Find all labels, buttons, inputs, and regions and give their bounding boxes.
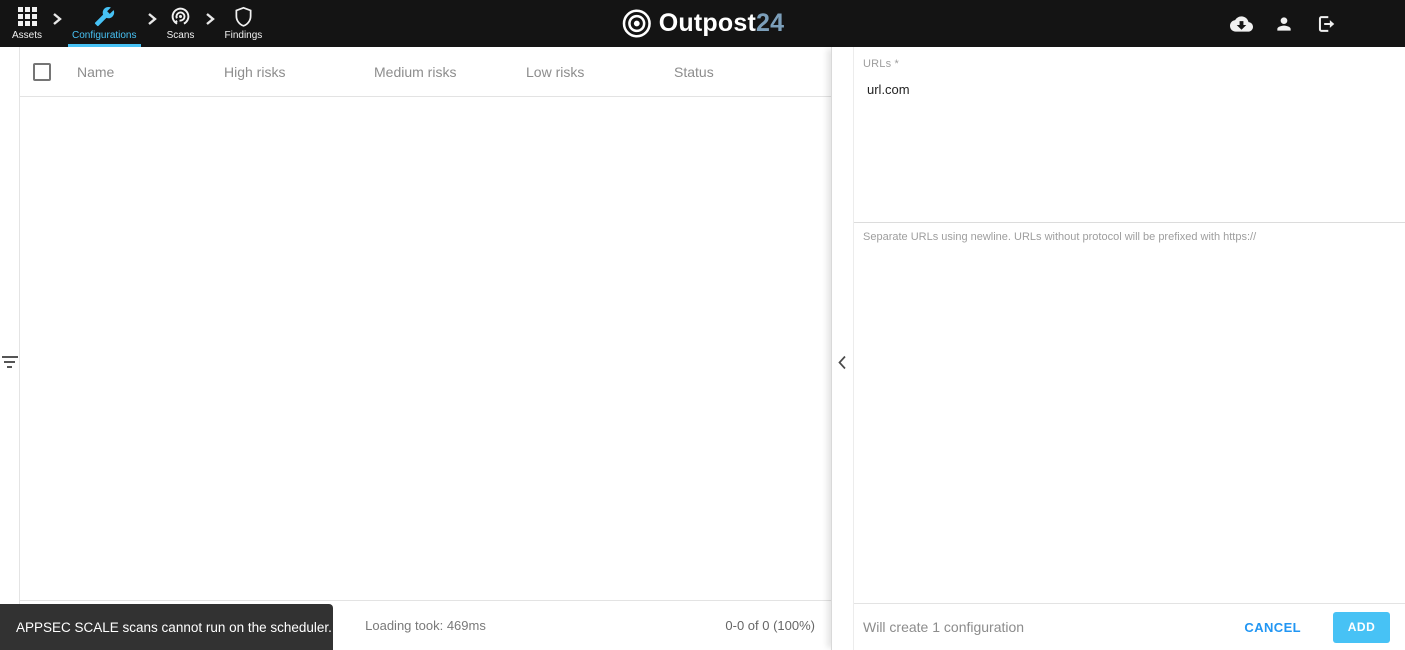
panel-collapse-strip xyxy=(831,47,853,650)
select-all-checkbox[interactable] xyxy=(33,62,51,81)
column-header-high-risks[interactable]: High risks xyxy=(224,64,374,80)
nav-item-configurations[interactable]: Configurations xyxy=(66,0,142,47)
column-header-medium-risks[interactable]: Medium risks xyxy=(374,64,526,80)
logout-icon[interactable] xyxy=(1315,13,1337,35)
urls-helper-text: Separate URLs using newline. URLs withou… xyxy=(863,231,1257,243)
urls-field: URLs * url.com xyxy=(854,47,1405,223)
nav-item-findings[interactable]: Findings xyxy=(219,0,269,47)
target-logo-icon xyxy=(621,8,652,39)
scan-target-icon xyxy=(170,5,191,27)
table-header-row: Name High risks Medium risks Low risks S… xyxy=(20,47,831,97)
collapse-panel-chevron-icon[interactable] xyxy=(836,353,849,377)
shield-icon xyxy=(234,5,253,27)
panel-footer: Will create 1 configuration CANCEL ADD xyxy=(854,603,1405,650)
cloud-download-icon[interactable] xyxy=(1230,15,1253,32)
toast-message: APPSEC SCALE scans cannot run on the sch… xyxy=(16,619,332,635)
logo-text: Outpost24 xyxy=(658,9,785,37)
nav-label-scans: Scans xyxy=(166,30,195,41)
nav-label-findings: Findings xyxy=(224,30,263,41)
nav-label-assets: Assets xyxy=(12,30,43,41)
nav-item-assets[interactable]: Assets xyxy=(6,0,48,47)
grid-icon xyxy=(17,5,37,27)
nav-item-scans[interactable]: Scans xyxy=(161,0,201,47)
table-body-empty xyxy=(20,97,831,600)
nav-label-configurations: Configurations xyxy=(72,30,137,41)
urls-field-label: URLs * xyxy=(863,58,900,70)
left-filter-rail xyxy=(0,47,20,650)
column-header-low-risks[interactable]: Low risks xyxy=(526,64,674,80)
breadcrumb-nav: Assets Configurations Scans Findings xyxy=(0,0,268,47)
column-header-name[interactable]: Name xyxy=(77,64,224,80)
configurations-table: Name High risks Medium risks Low risks S… xyxy=(20,47,831,650)
navbar-actions xyxy=(1230,0,1337,47)
user-icon[interactable] xyxy=(1274,14,1294,34)
panel-spacer xyxy=(854,243,1405,603)
filter-icon[interactable] xyxy=(1,356,18,371)
column-header-status[interactable]: Status xyxy=(674,64,831,80)
outpost24-logo: Outpost24 xyxy=(621,0,784,47)
main-area: Name High risks Medium risks Low risks S… xyxy=(0,47,1405,650)
chevron-right-icon xyxy=(147,0,157,47)
cancel-button[interactable]: CANCEL xyxy=(1244,620,1301,635)
add-configuration-panel: URLs * url.com Separate URLs using newli… xyxy=(853,47,1405,650)
snackbar-toast: APPSEC SCALE scans cannot run on the sch… xyxy=(0,604,333,650)
add-button[interactable]: ADD xyxy=(1333,611,1390,643)
creation-summary-text: Will create 1 configuration xyxy=(863,619,1025,635)
chevron-right-icon xyxy=(205,0,215,47)
top-navbar: Assets Configurations Scans Findings Out… xyxy=(0,0,1405,47)
urls-textarea[interactable]: url.com xyxy=(863,76,1405,222)
pagination-range-text: 0-0 of 0 (100%) xyxy=(725,618,815,633)
wrench-icon xyxy=(94,5,115,27)
chevron-right-icon xyxy=(52,0,62,47)
